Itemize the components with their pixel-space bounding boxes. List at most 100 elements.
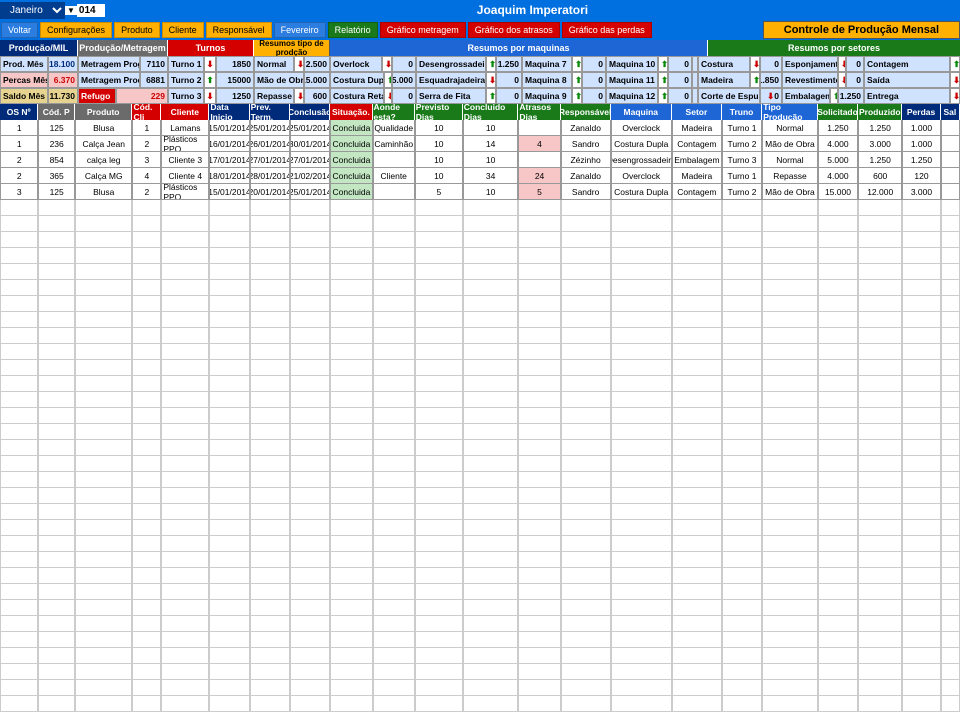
th-perdas[interactable]: Perdas <box>902 104 940 120</box>
cell-onde[interactable]: Cliente <box>373 168 415 184</box>
th-produzido[interactable]: Produzido <box>858 104 902 120</box>
cell-sit[interactable]: Concluida <box>330 120 372 136</box>
cell-sol[interactable]: 1.250 <box>818 120 858 136</box>
cell-pz[interactable]: 12.000 <box>858 184 902 200</box>
cell-prod[interactable]: Calça Jean <box>75 136 133 152</box>
cell-tp[interactable]: Normal <box>762 120 818 136</box>
cell-set[interactable]: Contagem <box>672 184 722 200</box>
cell-sol[interactable]: 15.000 <box>818 184 858 200</box>
cell-pd[interactable]: 10 <box>415 152 463 168</box>
cell-con[interactable]: 25/01/2014 <box>290 184 330 200</box>
responsavel-button[interactable]: Responsável <box>206 22 272 38</box>
cell-cli[interactable]: Lamans <box>161 120 209 136</box>
th-aonde[interactable]: Aonde esta? <box>373 104 415 120</box>
cell-tur[interactable]: Turno 2 <box>722 184 762 200</box>
cell-tp[interactable]: Normal <box>762 152 818 168</box>
cell-cc[interactable]: 3 <box>132 152 161 168</box>
dropdown-icon[interactable]: ▼ <box>65 6 77 15</box>
cell-pz[interactable]: 1.250 <box>858 152 902 168</box>
config-button[interactable]: Configurações <box>40 22 112 38</box>
cell-sol[interactable]: 4.000 <box>818 136 858 152</box>
cell-cli[interactable]: Cliente 3 <box>161 152 209 168</box>
th-atrasos[interactable]: Atrasos Dias <box>518 104 560 120</box>
cell-resp[interactable]: Sandro <box>561 136 611 152</box>
cell-cd[interactable]: 10 <box>463 120 519 136</box>
grafico-metragem-button[interactable]: Gráfico metragem <box>380 22 466 38</box>
cell-con[interactable]: 30/01/2014 <box>290 136 330 152</box>
produto-button[interactable]: Produto <box>114 22 160 38</box>
th-os[interactable]: OS Nº <box>0 104 38 120</box>
cell-os[interactable]: 2 <box>0 168 38 184</box>
th-prevdias[interactable]: Previsto Dias <box>415 104 463 120</box>
th-sal[interactable]: Sal <box>941 104 960 120</box>
month-select[interactable]: Janeiro <box>0 2 65 19</box>
cell-cd[interactable]: 10 <box>463 152 519 168</box>
cell-resp[interactable]: Zézinho <box>561 152 611 168</box>
cell-resp[interactable]: Zanaldo <box>561 120 611 136</box>
cell-maq[interactable]: Costura Dupla <box>611 136 672 152</box>
table-row[interactable]: 2854calça leg3Cliente 317/01/201427/01/2… <box>0 152 960 168</box>
cell-cp[interactable]: 236 <box>38 136 75 152</box>
cell-pz[interactable]: 1.250 <box>858 120 902 136</box>
cell-di[interactable]: 16/01/2014 <box>209 136 249 152</box>
cell-cp[interactable]: 365 <box>38 168 75 184</box>
cell-os[interactable]: 1 <box>0 120 38 136</box>
cell-cd[interactable]: 10 <box>463 184 519 200</box>
th-concdias[interactable]: Concluido Dias <box>463 104 519 120</box>
cell-pt[interactable]: 20/01/2014 <box>250 184 290 200</box>
cell-di[interactable]: 18/01/2014 <box>209 168 249 184</box>
cell-per[interactable]: 120 <box>902 168 940 184</box>
cell-per[interactable]: 1.000 <box>902 120 940 136</box>
cell-di[interactable]: 17/01/2014 <box>209 152 249 168</box>
cell-[interactable] <box>941 136 960 152</box>
cell-set[interactable]: Madeira <box>672 168 722 184</box>
cell-cc[interactable]: 2 <box>132 184 161 200</box>
cell-pt[interactable]: 27/01/2014 <box>250 152 290 168</box>
cell-set[interactable]: Contagem <box>672 136 722 152</box>
cell-sit[interactable]: Concluida <box>330 152 372 168</box>
th-truno[interactable]: Truno <box>722 104 762 120</box>
cell-prod[interactable]: Blusa <box>75 120 133 136</box>
th-codcli[interactable]: Cód. Cli <box>132 104 161 120</box>
cell-con[interactable]: 27/01/2014 <box>290 152 330 168</box>
table-row[interactable]: 1125Blusa1Lamans15/01/201425/01/201425/0… <box>0 120 960 136</box>
cell-maq[interactable]: Costura Dupla <box>611 184 672 200</box>
year-field[interactable]: 014 <box>77 4 105 17</box>
cell-onde[interactable] <box>373 184 415 200</box>
cell-sit[interactable]: Concluida <box>330 168 372 184</box>
cell-per[interactable]: 1.000 <box>902 136 940 152</box>
cell-sol[interactable]: 5.000 <box>818 152 858 168</box>
cell-pt[interactable]: 26/01/2014 <box>250 136 290 152</box>
th-tipoprod[interactable]: Tipo Produção <box>762 104 818 120</box>
cliente-button[interactable]: Cliente <box>162 22 204 38</box>
cell-cp[interactable]: 854 <box>38 152 75 168</box>
th-datainicio[interactable]: Data Inicio <box>209 104 249 120</box>
cell-tur[interactable]: Turno 1 <box>722 168 762 184</box>
cell-pd[interactable]: 10 <box>415 120 463 136</box>
th-codp[interactable]: Cód. P <box>38 104 75 120</box>
cell-prod[interactable]: Calça MG <box>75 168 133 184</box>
cell-pz[interactable]: 3.000 <box>858 136 902 152</box>
cell-ad[interactable] <box>518 152 560 168</box>
cell-tp[interactable]: Repasse <box>762 168 818 184</box>
cell-set[interactable]: Embalagem <box>672 152 722 168</box>
cell-cc[interactable]: 1 <box>132 120 161 136</box>
cell-ad[interactable]: 4 <box>518 136 560 152</box>
cell-pt[interactable]: 25/01/2014 <box>250 120 290 136</box>
cell-prod[interactable]: Blusa <box>75 184 133 200</box>
grafico-perdas-button[interactable]: Gráfico das perdas <box>562 22 652 38</box>
cell-cp[interactable]: 125 <box>38 184 75 200</box>
cell-sit[interactable]: Concluida <box>330 184 372 200</box>
cell-os[interactable]: 1 <box>0 136 38 152</box>
cell-cd[interactable]: 34 <box>463 168 519 184</box>
cell-cli[interactable]: Cliente 4 <box>161 168 209 184</box>
cell-[interactable] <box>941 120 960 136</box>
cell-pz[interactable]: 600 <box>858 168 902 184</box>
th-responsavel[interactable]: Responsável <box>561 104 611 120</box>
cell-pd[interactable]: 10 <box>415 136 463 152</box>
cell-resp[interactable]: Zanaldo <box>561 168 611 184</box>
th-maquina[interactable]: Maquina <box>611 104 672 120</box>
cell-[interactable] <box>941 152 960 168</box>
cell-tp[interactable]: Mão de Obra <box>762 184 818 200</box>
th-solicitado[interactable]: Solicitado <box>818 104 858 120</box>
